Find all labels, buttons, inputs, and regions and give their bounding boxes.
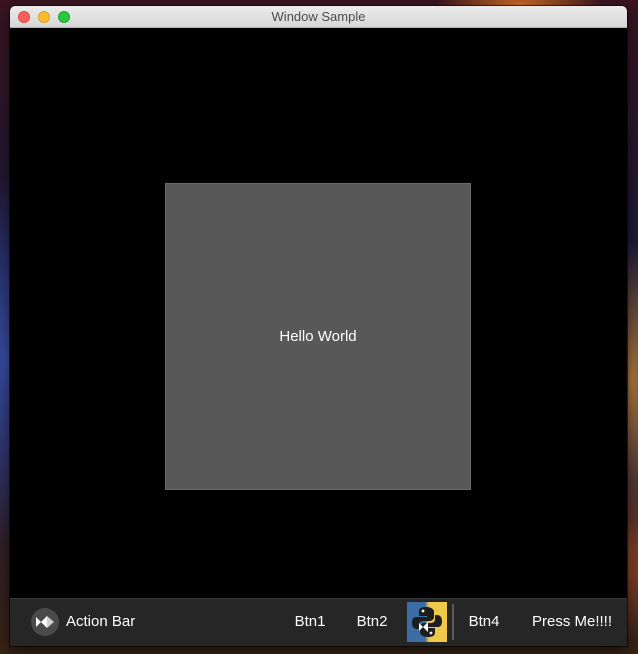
python-logo-button[interactable] <box>407 602 447 642</box>
btn1-button[interactable]: Btn1 <box>290 599 330 645</box>
hello-world-label[interactable]: Hello World <box>165 183 471 490</box>
kivy-logo-icon[interactable] <box>31 608 59 636</box>
title-bar: Window Sample <box>10 6 627 28</box>
btn2-button[interactable]: Btn2 <box>352 599 392 645</box>
main-content: Hello World <box>10 28 627 598</box>
action-bar-separator <box>452 604 454 640</box>
press-me-button[interactable]: Press Me!!!! <box>528 599 616 645</box>
python-logo-icon <box>412 607 442 637</box>
btn4-button[interactable]: Btn4 <box>464 599 504 645</box>
window-title: Window Sample <box>271 9 366 24</box>
action-bar-title: Action Bar <box>66 613 136 630</box>
action-bar: Action Bar Btn1 Btn2 Btn4 Press Me!!!! <box>10 598 627 646</box>
app-window: Window Sample Hello World Action Bar Btn… <box>10 6 627 646</box>
